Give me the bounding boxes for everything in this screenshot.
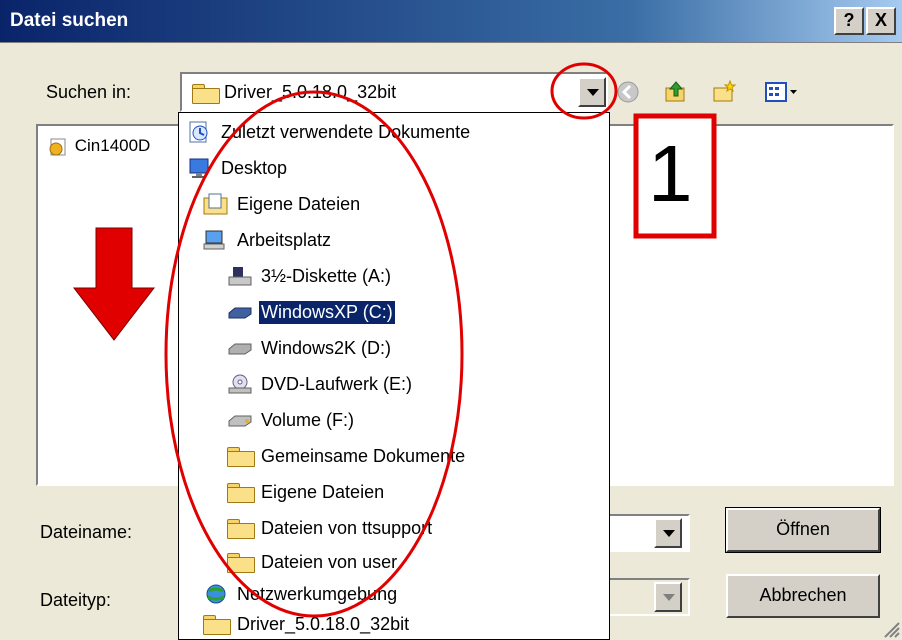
my-documents-icon (203, 193, 229, 215)
dropdown-item-driver-folder[interactable]: Driver_5.0.18.0_32bit (203, 607, 411, 640)
removable-drive-icon (227, 409, 253, 431)
setup-file-icon (49, 138, 66, 156)
view-menu-icon[interactable] (764, 80, 800, 104)
folder-icon (192, 84, 220, 104)
cancel-button[interactable]: Abbrechen (726, 574, 880, 618)
dropdown-item-drive-c[interactable]: WindowsXP (C:) (227, 295, 396, 329)
dropdown-item-my-computer[interactable]: Arbeitsplatz (203, 223, 333, 257)
filetype-label: Dateityp: (40, 590, 112, 610)
recent-docs-icon (187, 121, 213, 143)
help-button[interactable]: ? (834, 7, 864, 35)
dropdown-item-floppy[interactable]: 3½-Diskette (A:) (227, 259, 393, 293)
dvd-drive-icon (227, 373, 253, 395)
resize-grip-icon[interactable] (880, 618, 900, 638)
folder-icon (227, 445, 255, 467)
folder-icon (227, 481, 255, 503)
hard-drive-icon (227, 301, 253, 323)
file-name: Cin1400D (74, 136, 151, 155)
up-folder-icon[interactable] (664, 80, 688, 104)
floppy-drive-icon (227, 265, 253, 287)
file-item[interactable]: Cin1400D (48, 136, 150, 157)
filetype-dropdown-button[interactable] (654, 582, 682, 612)
dropdown-item-desktop[interactable]: Desktop (187, 151, 289, 185)
dropdown-item-own-files[interactable]: Eigene Dateien (227, 475, 386, 509)
dropdown-item-recent[interactable]: Zuletzt verwendete Dokumente (187, 115, 472, 149)
folder-icon (203, 613, 231, 635)
back-icon[interactable] (616, 80, 640, 104)
my-computer-icon (203, 229, 229, 251)
filename-input[interactable] (600, 514, 690, 552)
open-button[interactable]: Öffnen (725, 507, 881, 553)
filetype-select[interactable] (600, 578, 690, 616)
dropdown-item-network[interactable]: Netzwerkumgebung (203, 577, 399, 611)
filename-dropdown-button[interactable] (654, 518, 682, 548)
dropdown-item-ttsupport-files[interactable]: Dateien von ttsupport (227, 511, 434, 545)
new-folder-icon[interactable] (712, 80, 736, 104)
close-button[interactable]: X (866, 7, 896, 35)
desktop-icon (187, 157, 213, 179)
dropdown-item-drive-d[interactable]: Windows2K (D:) (227, 331, 393, 365)
dropdown-item-volume-f[interactable]: Volume (F:) (227, 403, 356, 437)
title-bar: Datei suchen ? X (0, 0, 902, 43)
look-in-label: Suchen in: (46, 82, 132, 102)
folder-icon (227, 551, 255, 573)
filename-label: Dateiname: (40, 522, 133, 542)
dropdown-item-my-documents[interactable]: Eigene Dateien (203, 187, 362, 221)
folder-icon (227, 517, 255, 539)
dropdown-item-user-files[interactable]: Dateien von user (227, 545, 399, 579)
look-in-value: Driver_5.0.18.0_32bit (224, 82, 397, 102)
network-icon (203, 583, 229, 605)
look-in-combo[interactable]: Driver_5.0.18.0_32bit (180, 72, 608, 112)
dropdown-item-shared-docs[interactable]: Gemeinsame Dokumente (227, 439, 467, 473)
window-title: Datei suchen (10, 10, 129, 31)
dropdown-item-dvd[interactable]: DVD-Laufwerk (E:) (227, 367, 414, 401)
hard-drive-icon (227, 337, 253, 359)
look-in-dropdown-list[interactable]: Zuletzt verwendete Dokumente Desktop Eig… (178, 112, 610, 640)
look-in-dropdown-button[interactable] (578, 77, 606, 107)
